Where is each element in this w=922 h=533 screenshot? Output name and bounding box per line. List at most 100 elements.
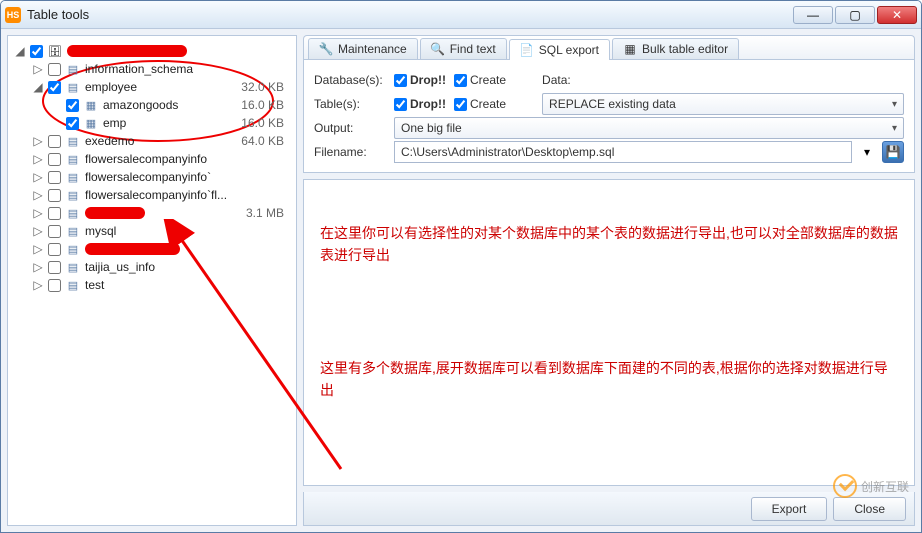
tree-item-checkbox[interactable]: [48, 135, 61, 148]
tree-item-checkbox[interactable]: [48, 279, 61, 292]
watermark-logo-icon: [833, 474, 857, 498]
tree-database-item[interactable]: ▷: [10, 240, 294, 258]
close-button[interactable]: Close: [833, 497, 906, 521]
tree-item-checkbox[interactable]: [48, 243, 61, 256]
tab-sql-export[interactable]: 📄SQL export: [509, 39, 610, 60]
tbl-create-checkbox[interactable]: Create: [454, 97, 506, 111]
output-label: Output:: [314, 121, 386, 135]
maximize-button[interactable]: ▢: [835, 6, 875, 24]
tree-database-item[interactable]: ▷ mysql: [10, 222, 294, 240]
tbl-drop-checkbox[interactable]: Drop!!: [394, 97, 446, 111]
database-icon: [65, 61, 81, 77]
tab-icon: 🔍: [431, 42, 445, 56]
expand-icon[interactable]: ▷: [32, 62, 44, 76]
chevron-down-icon: ▾: [892, 123, 897, 134]
expand-icon[interactable]: ▷: [32, 206, 44, 220]
tree-item-checkbox[interactable]: [48, 189, 61, 202]
data-mode-dropdown[interactable]: REPLACE existing data▾: [542, 93, 904, 115]
expand-icon[interactable]: ▷: [32, 260, 44, 274]
tree-database-item[interactable]: ▷ exedemo64.0 KB: [10, 132, 294, 150]
database-icon: [65, 223, 81, 239]
chevron-down-icon: ▾: [892, 99, 897, 110]
table-icon: [83, 97, 99, 113]
db-create-checkbox[interactable]: Create: [454, 73, 506, 87]
tab-icon: 🔧: [319, 42, 333, 56]
tree-item-checkbox[interactable]: [48, 63, 61, 76]
tab-find-text[interactable]: 🔍 Find text: [420, 38, 507, 59]
export-button[interactable]: Export: [751, 497, 828, 521]
app-icon: HS: [5, 7, 21, 23]
window-title: Table tools: [27, 7, 793, 22]
output-mode-dropdown[interactable]: One big file▾: [394, 117, 904, 139]
tree-database-item[interactable]: ▷3.1 MB: [10, 204, 294, 222]
tree-item-label: amazongoods: [103, 98, 235, 112]
tree-item-checkbox[interactable]: [48, 225, 61, 238]
tab-icon: ▦: [623, 42, 637, 56]
tree-item-checkbox[interactable]: [48, 171, 61, 184]
tree-item-checkbox[interactable]: [66, 117, 79, 130]
tree-item-checkbox[interactable]: [48, 81, 61, 94]
tree-item-label: flowersalecompanyinfo`: [85, 170, 235, 184]
tree-item-label: exedemo: [85, 134, 235, 148]
tab-label: Maintenance: [338, 42, 407, 56]
tree-item-checkbox[interactable]: [48, 207, 61, 220]
database-label: Database(s):: [314, 73, 386, 87]
tab-label: Bulk table editor: [642, 42, 728, 56]
tree-database-item[interactable]: ▷ flowersalecompanyinfo`fl...: [10, 186, 294, 204]
tree-root-checkbox[interactable]: [30, 45, 43, 58]
tree-item-checkbox[interactable]: [66, 99, 79, 112]
watermark: 创新互联: [833, 474, 909, 498]
table-label: Table(s):: [314, 97, 386, 111]
tab-icon: 📄: [520, 43, 534, 57]
tree-item-size: 16.0 KB: [235, 116, 290, 130]
tree-database-item[interactable]: ▷taijia_us_info: [10, 258, 294, 276]
save-file-button[interactable]: 💾: [882, 141, 904, 163]
tree-item-label: test: [85, 278, 235, 292]
tree-database-item[interactable]: ▷ flowersalecompanyinfo: [10, 150, 294, 168]
tree-item-label: flowersalecompanyinfo: [85, 152, 235, 166]
database-icon: [65, 277, 81, 293]
tab-bulk-table-editor[interactable]: ▦ Bulk table editor: [612, 38, 739, 59]
db-drop-checkbox[interactable]: Drop!!: [394, 73, 446, 87]
database-icon: [65, 187, 81, 203]
tree-table-item[interactable]: emp16.0 KB: [10, 114, 294, 132]
tab-maintenance[interactable]: 🔧 Maintenance: [308, 38, 418, 59]
tree-root-server[interactable]: ◢: [10, 42, 294, 60]
tree-item-label: mysql: [85, 224, 235, 238]
database-icon: [65, 151, 81, 167]
close-window-button[interactable]: ✕: [877, 6, 917, 24]
database-icon: [65, 241, 81, 257]
expand-icon[interactable]: ▷: [32, 170, 44, 184]
tree-table-item[interactable]: amazongoods16.0 KB: [10, 96, 294, 114]
tree-database-item[interactable]: ◢employee32.0 KB: [10, 78, 294, 96]
tree-item-size: 32.0 KB: [235, 80, 290, 94]
window-buttons: — ▢ ✕: [793, 6, 917, 24]
expand-icon[interactable]: ▷: [32, 152, 44, 166]
footer-bar: Export Close: [303, 492, 915, 526]
tree-item-size: 64.0 KB: [235, 134, 290, 148]
save-icon: 💾: [886, 145, 901, 159]
database-icon: [65, 169, 81, 185]
expand-icon[interactable]: ▷: [32, 278, 44, 292]
tree-item-label: flowersalecompanyinfo`fl...: [85, 188, 235, 202]
minimize-button[interactable]: —: [793, 6, 833, 24]
filename-input[interactable]: [394, 141, 852, 163]
app-window: HS Table tools — ▢ ✕ ◢ ▷information_schem…: [0, 0, 922, 533]
tree-database-item[interactable]: ▷ flowersalecompanyinfo`: [10, 168, 294, 186]
expand-icon[interactable]: ◢: [32, 80, 44, 94]
tabs-and-options: 🔧 Maintenance 🔍 Find text 📄SQL export ▦ Bulk t…: [303, 35, 915, 173]
expand-icon[interactable]: ▷: [32, 188, 44, 202]
tree-item-checkbox[interactable]: [48, 261, 61, 274]
expand-icon[interactable]: ▷: [32, 242, 44, 256]
chevron-down-icon[interactable]: ▾: [860, 145, 874, 159]
tabs-bar: 🔧 Maintenance 🔍 Find text 📄SQL export ▦ Bulk t…: [303, 35, 915, 59]
tree-database-item[interactable]: ▷ test: [10, 276, 294, 294]
tree-item-label: emp: [103, 116, 235, 130]
tree-database-item[interactable]: ▷information_schema: [10, 60, 294, 78]
collapse-icon[interactable]: ◢: [14, 44, 26, 58]
expand-icon[interactable]: ▷: [32, 224, 44, 238]
tree-item-checkbox[interactable]: [48, 153, 61, 166]
tab-label: Find text: [450, 42, 496, 56]
export-options-panel: Database(s): Drop!! Create Data: Table(s…: [303, 59, 915, 173]
expand-icon[interactable]: ▷: [32, 134, 44, 148]
